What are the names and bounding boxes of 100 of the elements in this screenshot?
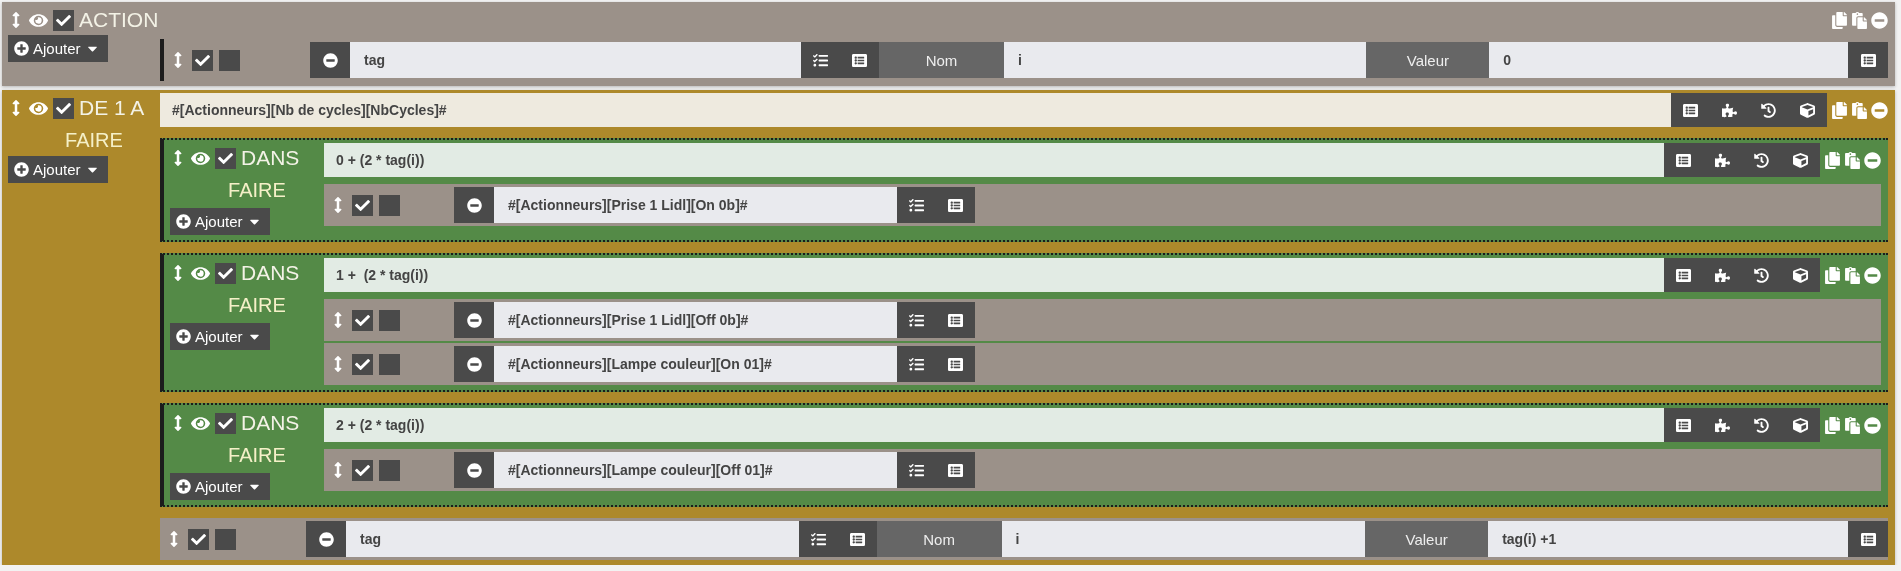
command-field[interactable]: #[Actionneurs][Lampe couleur][On 01]# xyxy=(494,346,897,382)
puzzle-icon xyxy=(1715,267,1730,283)
value-field[interactable]: tag(i) +1 xyxy=(1488,521,1848,557)
do-label: FAIRE xyxy=(227,179,287,202)
puzzle-icon xyxy=(1715,417,1730,433)
enable-checkbox[interactable] xyxy=(352,353,373,375)
history-icon xyxy=(1761,102,1776,118)
enable-checkbox[interactable] xyxy=(352,309,373,331)
cube-icon xyxy=(1793,417,1808,433)
plus-icon xyxy=(176,214,191,229)
remove-icon xyxy=(466,197,482,213)
value-field[interactable]: 0 xyxy=(1489,42,1848,78)
parallel-checkbox[interactable] xyxy=(379,353,400,375)
expression-field[interactable]: 1 + (2 * tag(i)) xyxy=(324,258,1664,292)
block-title: ACTION xyxy=(79,8,159,32)
history-icon xyxy=(1754,417,1769,433)
list-icon xyxy=(948,356,963,372)
copy-icon[interactable] xyxy=(1824,416,1841,434)
expression-field[interactable]: #[Actionneurs][Nb de cycles][NbCycles]# xyxy=(160,93,1671,127)
add-button[interactable]: Ajouter xyxy=(170,473,270,500)
list-icon xyxy=(852,52,867,68)
remove-icon[interactable] xyxy=(1871,101,1888,119)
list-icon xyxy=(948,197,963,213)
list-icon xyxy=(1860,531,1876,547)
history-icon xyxy=(1754,267,1769,283)
cube-icon xyxy=(1793,267,1808,283)
paste-icon[interactable] xyxy=(1844,266,1861,284)
remove-icon xyxy=(322,52,338,68)
cube-icon xyxy=(1800,102,1815,118)
add-button[interactable]: Ajouter xyxy=(170,323,270,350)
list-icon xyxy=(1676,267,1691,283)
block-title: DANS xyxy=(241,411,300,435)
enable-checkbox[interactable] xyxy=(53,97,74,119)
enable-checkbox[interactable] xyxy=(352,194,373,216)
enable-checkbox[interactable] xyxy=(215,412,236,434)
remove-button[interactable] xyxy=(310,42,350,78)
do-label: FAIRE xyxy=(227,294,287,317)
puzzle-icon xyxy=(1715,152,1730,168)
block-title: DANS xyxy=(241,261,300,285)
parallel-checkbox[interactable] xyxy=(379,309,400,331)
do-label: FAIRE xyxy=(64,129,124,152)
parallel-checkbox[interactable] xyxy=(379,459,400,481)
remove-icon xyxy=(318,531,334,547)
enable-checkbox[interactable] xyxy=(188,528,209,550)
copy-icon[interactable] xyxy=(1824,266,1841,284)
parallel-checkbox[interactable] xyxy=(379,194,400,216)
remove-button[interactable] xyxy=(454,187,494,223)
remove-icon[interactable] xyxy=(1864,416,1881,434)
remove-button[interactable] xyxy=(454,302,494,338)
paste-icon[interactable] xyxy=(1851,101,1868,119)
list-icon xyxy=(1676,417,1691,433)
enable-checkbox[interactable] xyxy=(53,9,74,31)
add-button[interactable]: Ajouter xyxy=(8,156,108,183)
tasks-icon xyxy=(810,531,826,547)
command-field[interactable]: #[Actionneurs][Prise 1 Lidl][Off 0b]# xyxy=(494,302,897,338)
do-label: FAIRE xyxy=(227,444,287,467)
copy-icon[interactable] xyxy=(1831,101,1848,119)
tasks-icon xyxy=(909,462,924,478)
name-field[interactable]: i xyxy=(1001,521,1366,557)
command-field[interactable]: #[Actionneurs][Prise 1 Lidl][On 0b]# xyxy=(494,187,897,223)
parallel-checkbox[interactable] xyxy=(215,528,236,550)
enable-checkbox[interactable] xyxy=(192,49,213,71)
remove-button[interactable] xyxy=(454,346,494,382)
block-title: DE 1 A xyxy=(79,96,145,120)
expression-field[interactable]: 0 + (2 * tag(i)) xyxy=(324,143,1664,177)
enable-checkbox[interactable] xyxy=(352,459,373,481)
command-field[interactable]: #[Actionneurs][Lampe couleur][Off 01]# xyxy=(494,452,897,488)
remove-icon xyxy=(466,356,482,372)
command-field[interactable]: tag xyxy=(346,521,799,557)
enable-checkbox[interactable] xyxy=(215,262,236,284)
add-button[interactable]: Ajouter xyxy=(170,208,270,235)
copy-icon[interactable] xyxy=(1831,11,1848,29)
plus-icon xyxy=(14,41,29,56)
list-icon xyxy=(1860,52,1876,68)
remove-icon[interactable] xyxy=(1864,266,1881,284)
field-label: Valeur xyxy=(1366,42,1490,78)
field-label: Valeur xyxy=(1365,521,1489,557)
enable-checkbox[interactable] xyxy=(215,147,236,169)
add-button[interactable]: Ajouter xyxy=(8,35,108,62)
remove-icon[interactable] xyxy=(1871,11,1888,29)
puzzle-icon xyxy=(1722,102,1737,118)
list-icon xyxy=(948,462,963,478)
field-label: Nom xyxy=(876,521,1002,557)
block-title: DANS xyxy=(241,146,300,170)
remove-icon[interactable] xyxy=(1864,151,1881,169)
paste-icon[interactable] xyxy=(1844,416,1861,434)
tasks-icon xyxy=(909,356,924,372)
tasks-icon xyxy=(909,197,924,213)
remove-icon xyxy=(466,312,482,328)
copy-icon[interactable] xyxy=(1824,151,1841,169)
remove-button[interactable] xyxy=(306,521,346,557)
plus-icon xyxy=(176,329,191,344)
remove-button[interactable] xyxy=(454,452,494,488)
expression-field[interactable]: 2 + (2 * tag(i)) xyxy=(324,408,1664,442)
remove-icon xyxy=(466,462,482,478)
command-field[interactable]: tag xyxy=(350,42,801,78)
paste-icon[interactable] xyxy=(1844,151,1861,169)
paste-icon[interactable] xyxy=(1851,11,1868,29)
name-field[interactable]: i xyxy=(1004,42,1367,78)
parallel-checkbox[interactable] xyxy=(219,49,240,71)
